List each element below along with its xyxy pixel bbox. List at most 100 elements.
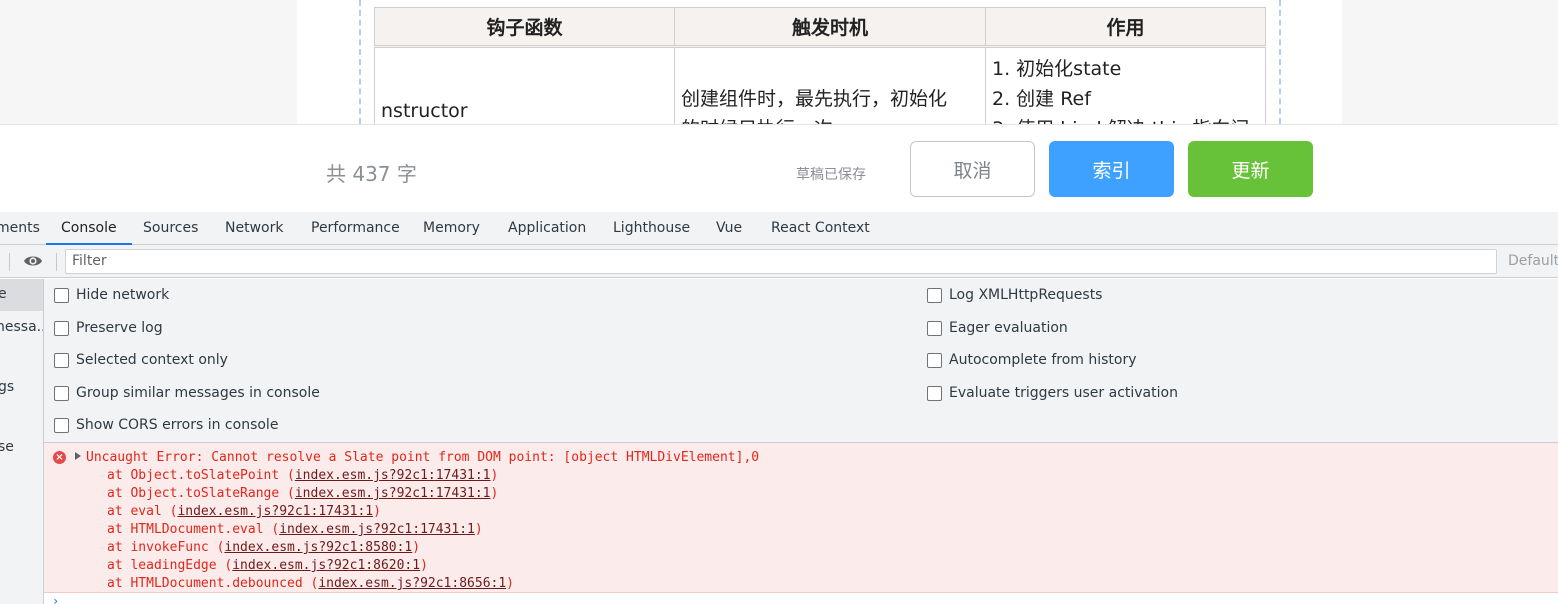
- toolbar-divider: [9, 253, 10, 271]
- setting-group-similar[interactable]: Group similar messages in console: [54, 385, 320, 401]
- source-link[interactable]: index.esm.js?92c1:17431:1: [177, 504, 373, 519]
- stack-frame: at Object.toSlateRange (index.esm.js?92c…: [107, 486, 498, 501]
- tab-react-context[interactable]: React Context: [771, 212, 870, 245]
- table-cell-hook[interactable]: nstructor: [374, 46, 675, 124]
- effect-line: 2. 创建 Ref: [992, 88, 1091, 110]
- effect-line: 1. 初始化state: [992, 58, 1122, 80]
- tab-elements[interactable]: ments: [0, 212, 40, 245]
- checkbox[interactable]: [927, 352, 942, 368]
- setting-label: Preserve log: [76, 320, 163, 336]
- index-button[interactable]: 索引: [1049, 141, 1174, 197]
- sidebar-item-verbose[interactable]: se: [0, 439, 14, 455]
- table-header-cell[interactable]: 钩子函数: [374, 7, 675, 48]
- setting-cors-errors[interactable]: Show CORS errors in console: [54, 417, 278, 433]
- stack-text: at eval (: [107, 504, 178, 519]
- checkbox[interactable]: [54, 287, 69, 303]
- tab-application[interactable]: Application: [508, 212, 586, 245]
- stack-text: ): [412, 540, 421, 555]
- hook-table-container: 钩子函数 触发时机 作用 nstructor 创建组件时，最先执行，初始化 的时…: [374, 7, 1266, 124]
- console-settings: Hide network Preserve log Selected conte…: [44, 279, 1558, 443]
- tab-network[interactable]: Network: [225, 212, 283, 245]
- source-link[interactable]: index.esm.js?92c1:8656:1: [318, 576, 506, 591]
- sidebar-item-selected[interactable]: e: [0, 279, 43, 311]
- stack-text: at invokeFunc (: [107, 540, 225, 555]
- tab-console[interactable]: Console: [46, 212, 132, 245]
- table-cell-effect[interactable]: 1. 初始化state 2. 创建 Ref 3. 使用 bind 解决 this…: [985, 46, 1266, 124]
- source-link[interactable]: index.esm.js?92c1:17431:1: [295, 486, 491, 501]
- tab-performance[interactable]: Performance: [311, 212, 400, 245]
- setting-label: Hide network: [76, 287, 170, 303]
- effect-line: 3. 使用 bind 解决 this 指向问: [992, 114, 1265, 124]
- trigger-line: 的时候只执行一次: [681, 114, 985, 124]
- setting-label: Evaluate triggers user activation: [949, 385, 1178, 401]
- setting-eager-eval[interactable]: Eager evaluation: [927, 320, 1068, 336]
- checkbox[interactable]: [927, 320, 942, 336]
- checkbox[interactable]: [927, 287, 942, 303]
- tab-vue[interactable]: Vue: [716, 212, 742, 245]
- stack-frame: at eval (index.esm.js?92c1:17431:1): [107, 504, 381, 519]
- checkbox[interactable]: [54, 417, 69, 433]
- setting-label: Group similar messages in console: [76, 385, 320, 401]
- devtools-panel: ments Console Sources Network Performanc…: [0, 212, 1558, 604]
- setting-selected-context[interactable]: Selected context only: [54, 352, 228, 368]
- source-link[interactable]: index.esm.js?92c1:17431:1: [279, 522, 475, 537]
- stack-text: ): [420, 558, 428, 573]
- stack-text: at HTMLDocument.eval (: [107, 522, 280, 537]
- table-header-cell[interactable]: 触发时机: [674, 7, 986, 48]
- stack-frame: at HTMLDocument.eval (index.esm.js?92c1:…: [107, 522, 483, 537]
- table-row: nstructor 创建组件时，最先执行，初始化 的时候只执行一次 1. 初始化…: [374, 46, 1266, 124]
- console-error-message: × Uncaught Error: Cannot resolve a Slate…: [44, 443, 1558, 593]
- setting-preserve-log[interactable]: Preserve log: [54, 320, 163, 336]
- error-text: Uncaught Error: Cannot resolve a Slate p…: [86, 450, 760, 465]
- stack-text: at Object.toSlatePoint (: [107, 468, 295, 483]
- stack-frame: at HTMLDocument.debounced (index.esm.js?…: [107, 576, 514, 591]
- source-link[interactable]: index.esm.js?92c1:8620:1: [232, 558, 420, 573]
- tab-lighthouse[interactable]: Lighthouse: [613, 212, 690, 245]
- source-link[interactable]: index.esm.js?92c1:17431:1: [295, 468, 491, 483]
- checkbox[interactable]: [54, 352, 69, 368]
- editor-action-bar: 共 437 字 草稿已保存 取消 索引 更新: [0, 124, 1558, 212]
- stack-frame: at invokeFunc (index.esm.js?92c1:8580:1): [107, 540, 420, 555]
- tab-sources[interactable]: Sources: [143, 212, 198, 245]
- setting-log-xhr[interactable]: Log XMLHttpRequests: [927, 287, 1102, 303]
- update-button[interactable]: 更新: [1188, 141, 1313, 197]
- sidebar-item-warnings[interactable]: gs: [0, 379, 14, 395]
- setting-autocomplete[interactable]: Autocomplete from history: [927, 352, 1137, 368]
- stack-text: ): [506, 576, 514, 591]
- setting-label: Autocomplete from history: [949, 352, 1137, 368]
- setting-user-activation[interactable]: Evaluate triggers user activation: [927, 385, 1178, 401]
- stack-text: at Object.toSlateRange (: [107, 486, 295, 501]
- stack-text: at HTMLDocument.debounced (: [107, 576, 319, 591]
- setting-label: Eager evaluation: [949, 320, 1068, 336]
- stack-text: ): [490, 486, 499, 501]
- table-cell-trigger[interactable]: 创建组件时，最先执行，初始化 的时候只执行一次: [674, 46, 986, 124]
- table-header-cell[interactable]: 作用: [985, 7, 1266, 48]
- tab-memory[interactable]: Memory: [423, 212, 480, 245]
- setting-label: Log XMLHttpRequests: [949, 287, 1103, 303]
- expand-arrow-icon[interactable]: [75, 452, 81, 460]
- checkbox[interactable]: [927, 385, 942, 401]
- setting-label: Selected context only: [76, 352, 228, 368]
- stack-text: ): [373, 504, 381, 519]
- log-levels-dropdown[interactable]: Default levels: [1508, 253, 1558, 269]
- hook-table[interactable]: 钩子函数 触发时机 作用 nstructor 创建组件时，最先执行，初始化 的时…: [374, 7, 1266, 124]
- filter-input[interactable]: Filter: [65, 249, 1497, 274]
- setting-hide-network[interactable]: Hide network: [54, 287, 169, 303]
- sidebar-item-messages[interactable]: nessa...: [0, 319, 43, 335]
- console-prompt-caret[interactable]: ›: [52, 594, 60, 604]
- checkbox[interactable]: [54, 320, 69, 336]
- setting-label: Show CORS errors in console: [76, 417, 279, 433]
- stack-frame: at Object.toSlatePoint (index.esm.js?92c…: [107, 468, 498, 483]
- stack-text: at leadingEdge (: [107, 558, 233, 573]
- cancel-button[interactable]: 取消: [910, 141, 1035, 197]
- eye-icon[interactable]: [23, 253, 43, 269]
- draft-status: 草稿已保存: [796, 167, 866, 183]
- source-link[interactable]: index.esm.js?92c1:8580:1: [224, 540, 412, 555]
- stack-text: ): [490, 468, 499, 483]
- stack-frame: at leadingEdge (index.esm.js?92c1:8620:1…: [107, 558, 428, 573]
- trigger-line: 创建组件时，最先执行，初始化: [681, 88, 948, 110]
- checkbox[interactable]: [54, 385, 69, 401]
- devtools-tabbar: ments Console Sources Network Performanc…: [0, 212, 1558, 245]
- stack-text: ): [474, 522, 483, 537]
- word-count: 共 437 字: [326, 162, 417, 186]
